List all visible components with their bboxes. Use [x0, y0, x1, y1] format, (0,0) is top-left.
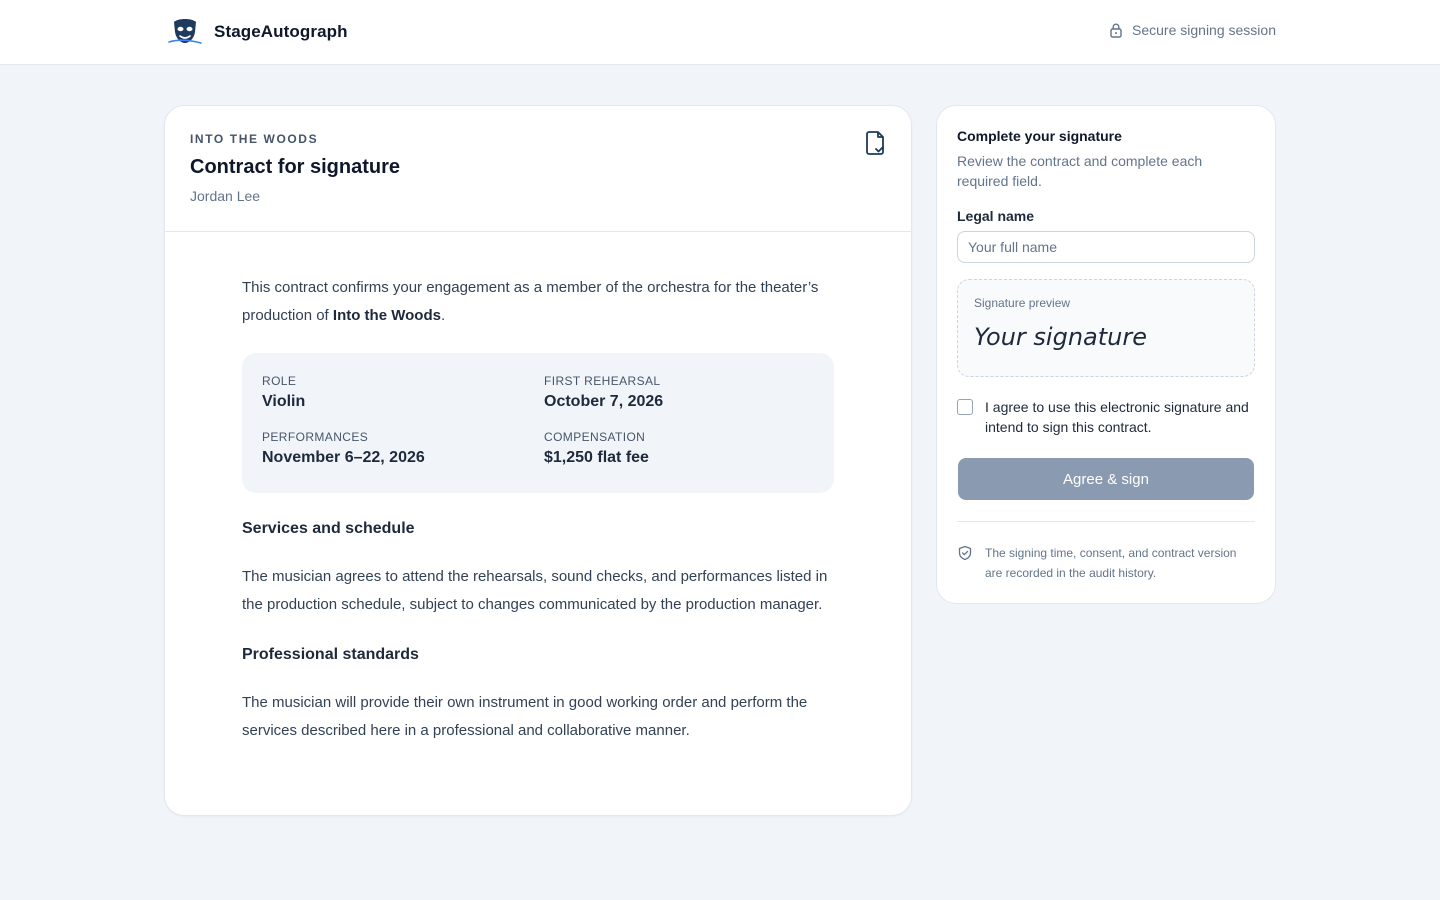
- detail-value: Violin: [262, 393, 306, 410]
- detail-compensation: COMPENSATION $1,250 flat fee: [544, 430, 649, 467]
- brand-name: StageAutograph: [214, 22, 348, 41]
- signer-name: Jordan Lee: [190, 188, 261, 204]
- detail-label: PERFORMANCES: [262, 430, 369, 444]
- agree-and-sign-button[interactable]: Agree & sign: [958, 458, 1254, 500]
- contract-intro: This contract confirms your engagement a…: [242, 279, 819, 324]
- contract-header: INTO THE WOODS Contract for signature Jo…: [165, 106, 911, 232]
- contract-card: INTO THE WOODS Contract for signature Jo…: [164, 105, 912, 816]
- detail-value: $1,250 flat fee: [544, 449, 649, 466]
- engagement-details: ROLE Violin FIRST REHEARSAL October 7, 2…: [242, 353, 834, 493]
- signature-preview: Signature preview Your signature: [957, 279, 1255, 377]
- legal-name-input[interactable]: [957, 231, 1255, 263]
- lock-icon: [1110, 23, 1122, 38]
- top-bar: StageAutograph Secure signing session: [0, 0, 1440, 65]
- signature-panel: Complete your signature Review the contr…: [936, 105, 1276, 604]
- section-body-services: The musician agrees to attend the rehear…: [242, 568, 828, 613]
- document-check-icon: [863, 130, 887, 156]
- divider: [957, 521, 1255, 522]
- detail-label: ROLE: [262, 374, 297, 388]
- brand[interactable]: StageAutograph: [168, 16, 348, 48]
- shield-check-icon: [958, 545, 972, 561]
- contract-title: Contract for signature: [190, 156, 401, 178]
- signature-preview-text: Your signature: [974, 323, 1147, 351]
- secure-session-indicator: Secure signing session: [1108, 22, 1276, 38]
- detail-value: November 6–22, 2026: [262, 449, 425, 466]
- consent-row: I agree to use this electronic signature…: [957, 397, 1255, 437]
- signature-panel-description: Review the contract and complete each re…: [957, 153, 1203, 189]
- detail-value: October 7, 2026: [544, 393, 664, 410]
- detail-label: COMPENSATION: [544, 430, 646, 444]
- detail-role: ROLE Violin: [262, 374, 305, 411]
- detail-first-rehearsal: FIRST REHEARSAL October 7, 2026: [544, 374, 663, 411]
- secure-session-label: Secure signing session: [1132, 22, 1276, 38]
- production-name: INTO THE WOODS: [190, 132, 319, 146]
- contract-body: This contract confirms your engagement a…: [165, 232, 911, 745]
- audit-notice: The signing time, consent, and contract …: [957, 543, 1255, 583]
- consent-checkbox[interactable]: [957, 399, 973, 415]
- legal-name-label: Legal name: [957, 208, 1035, 224]
- detail-performances: PERFORMANCES November 6–22, 2026: [262, 430, 425, 467]
- consent-label[interactable]: I agree to use this electronic signature…: [985, 397, 1255, 437]
- section-heading-standards: Professional standards: [242, 646, 419, 663]
- mask-logo-icon: [168, 19, 202, 44]
- detail-label: FIRST REHEARSAL: [544, 374, 661, 388]
- signature-panel-title: Complete your signature: [957, 128, 1122, 144]
- audit-notice-text: The signing time, consent, and contract …: [985, 546, 1237, 580]
- section-body-standards: The musician will provide their own inst…: [242, 694, 808, 739]
- production-title-emphasis: Into the Woods: [332, 307, 441, 324]
- signature-preview-label: Signature preview: [974, 296, 1071, 310]
- section-heading-services: Services and schedule: [242, 520, 415, 537]
